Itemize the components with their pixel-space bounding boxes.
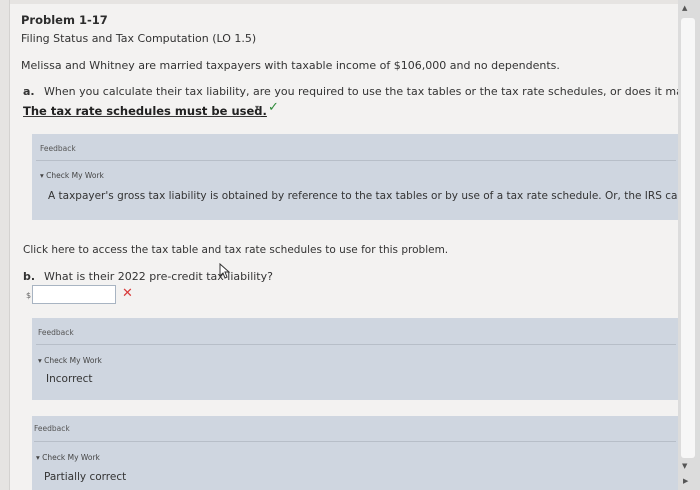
problem-content: Problem 1-17 Filing Status and Tax Compu… [10, 4, 700, 490]
check-my-work-toggle[interactable]: ▾ Check My Work [38, 356, 102, 365]
scrollbar-thumb[interactable] [681, 18, 695, 458]
answer-dropdown[interactable]: The tax rate schedules must be used. [23, 100, 267, 118]
part-b-label: b. [23, 270, 36, 283]
feedback-text: Partially correct [44, 471, 127, 483]
mouse-cursor-icon [219, 263, 231, 279]
feedback-heading: Feedback [34, 424, 70, 433]
feedback-text: Incorrect [46, 373, 93, 385]
problem-title: Problem 1-17 [21, 13, 108, 27]
check-icon: ✓ [268, 100, 279, 115]
problem-subtitle: Filing Status and Tax Computation (LO 1.… [21, 32, 257, 45]
pre-credit-tax-input[interactable] [32, 285, 116, 304]
problem-intro: Melissa and Whitney are married taxpayer… [21, 59, 560, 72]
check-my-work-label: Check My Work [46, 171, 104, 180]
feedback-heading: Feedback [40, 144, 76, 153]
check-my-work-toggle[interactable]: ▾ Check My Work [40, 171, 104, 180]
page: Problem 1-17 Filing Status and Tax Compu… [0, 0, 700, 490]
check-my-work-toggle[interactable]: ▾ Check My Work [36, 453, 100, 462]
feedback-panel-3: Feedback ▾ Check My Work Partially corre… [32, 416, 678, 490]
check-my-work-label: Check My Work [44, 356, 102, 365]
part-a-label: a. [23, 85, 35, 98]
feedback-text: A taxpayer's gross tax liability is obta… [48, 190, 700, 202]
triangle-down-icon: ▾ [38, 356, 42, 365]
frame-left [0, 0, 10, 490]
feedback-heading: Feedback [38, 328, 74, 337]
feedback-divider [36, 160, 676, 161]
scroll-right-icon[interactable]: ▶ [683, 477, 688, 485]
scroll-up-icon[interactable]: ▲ [682, 4, 687, 12]
feedback-panel-2: Feedback ▾ Check My Work Incorrect [32, 318, 678, 400]
feedback-divider [34, 441, 676, 442]
feedback-divider [36, 344, 676, 345]
dropdown-underline [23, 116, 261, 117]
part-b-question: What is their 2022 pre-credit tax liabil… [44, 270, 273, 283]
part-a-question: When you calculate their tax liability, … [44, 85, 700, 98]
tax-table-link[interactable]: Click here to access the tax table and t… [23, 244, 448, 256]
x-icon: ✕ [122, 286, 133, 301]
triangle-down-icon: ▾ [36, 453, 40, 462]
scroll-down-icon[interactable]: ▼ [682, 462, 687, 470]
chevron-down-icon[interactable]: ▾ [255, 103, 259, 112]
feedback-panel-1: Feedback ▾ Check My Work A taxpayer's gr… [32, 134, 700, 220]
check-my-work-label: Check My Work [42, 453, 100, 462]
currency-symbol: $ [26, 291, 32, 300]
triangle-down-icon: ▾ [40, 171, 44, 180]
